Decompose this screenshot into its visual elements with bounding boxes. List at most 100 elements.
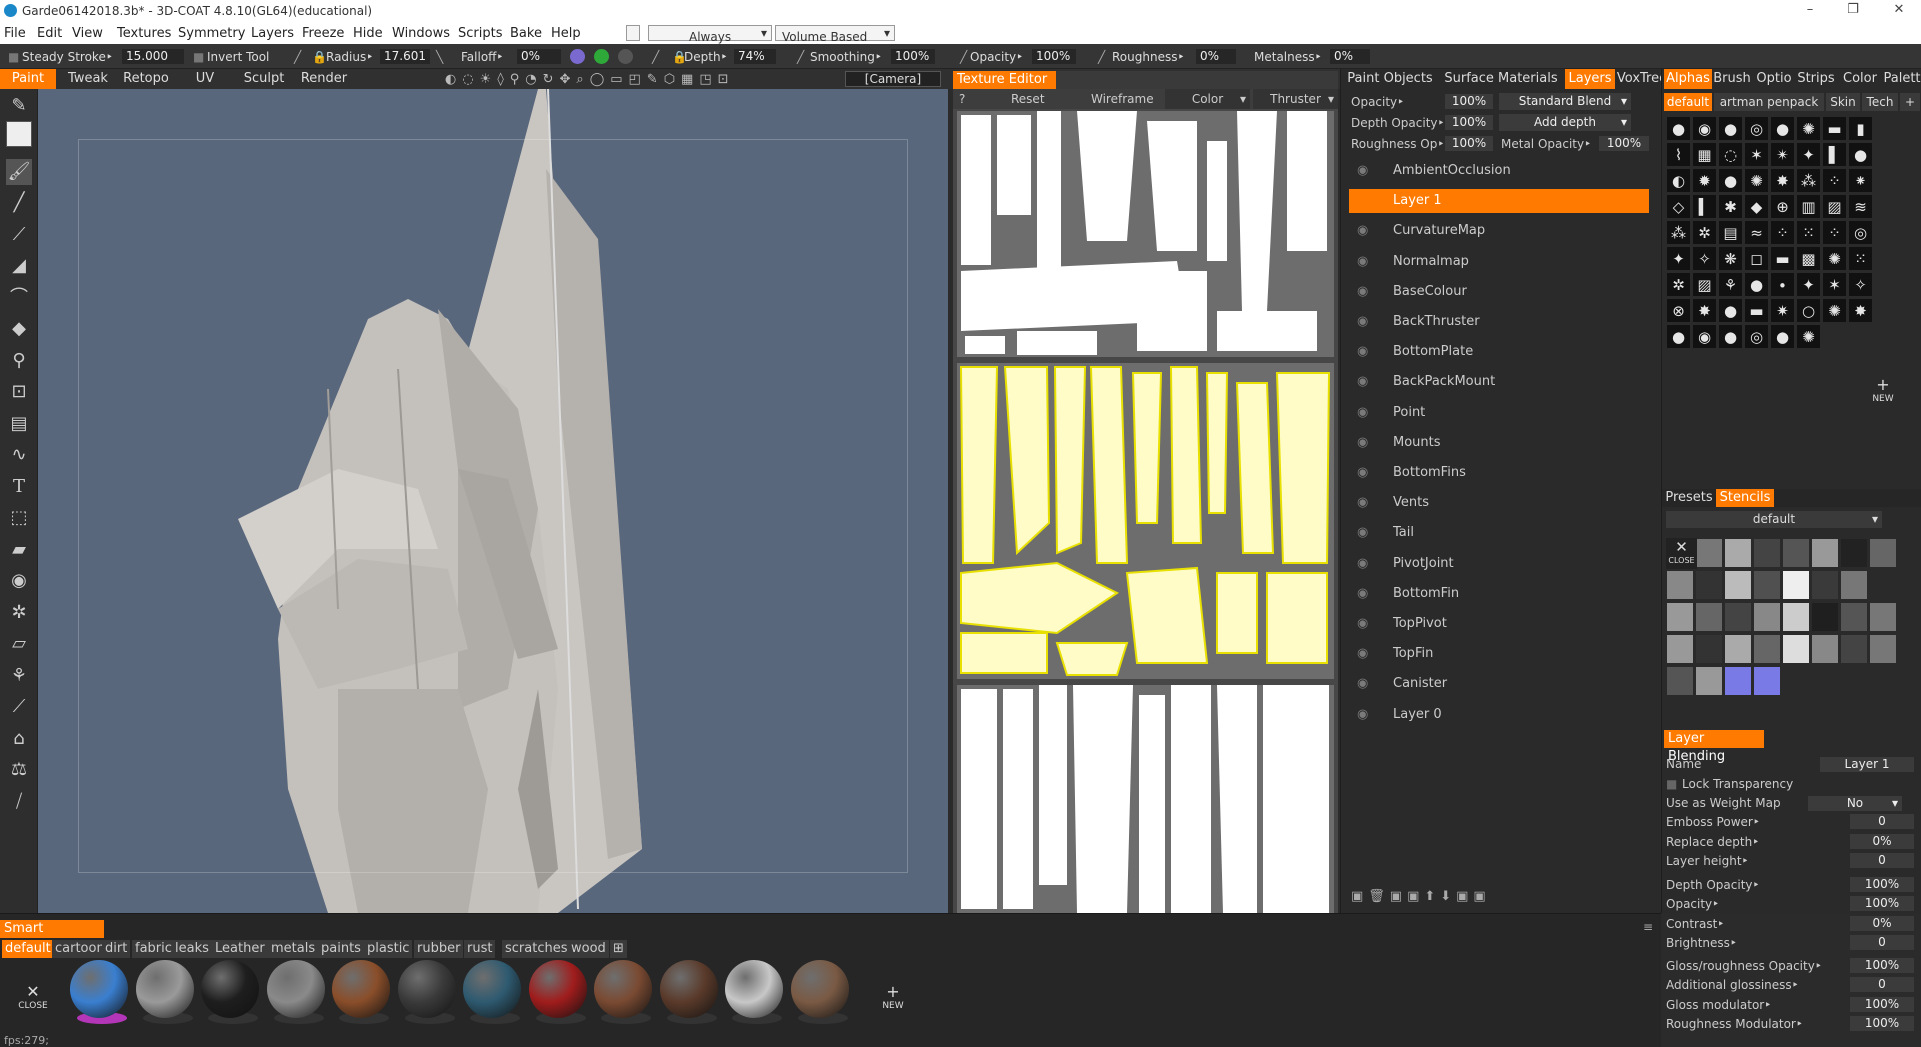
stencil-thumb[interactable]: [1869, 602, 1897, 632]
alpha-brush-icon[interactable]: ▮: [1848, 116, 1873, 141]
alpha-brush-icon[interactable]: ✦: [1666, 246, 1691, 271]
blend-param-value[interactable]: 100%: [1850, 896, 1914, 911]
alpha-set-tech[interactable]: Tech: [1862, 93, 1898, 111]
blend-param-value[interactable]: 100%: [1850, 876, 1914, 892]
alpha-set-skin[interactable]: Skin: [1826, 93, 1860, 111]
menu-symmetry[interactable]: Symmetry: [178, 26, 245, 41]
stencil-thumb[interactable]: [1782, 570, 1810, 600]
add-tab-button[interactable]: ⊞: [610, 940, 627, 958]
copy-tool-icon[interactable]: ▤: [6, 411, 32, 437]
alpha-brush-icon[interactable]: ❋: [1718, 246, 1743, 271]
maximize-button[interactable]: ❐: [1838, 2, 1868, 17]
material-tab[interactable]: wood: [568, 940, 609, 958]
layer-row[interactable]: ◉ BaseColour: [1349, 280, 1649, 304]
alpha-brush-icon[interactable]: ●: [1744, 272, 1769, 297]
alpha-brush-icon[interactable]: ⊗: [1666, 298, 1691, 323]
steady-checkbox-icon[interactable]: ■: [8, 50, 19, 64]
alpha-brush-icon[interactable]: ⚘: [1718, 272, 1743, 297]
material-tab[interactable]: leaks: [172, 940, 212, 958]
alpha-brush-icon[interactable]: ◎: [1744, 116, 1769, 141]
stencil-thumb[interactable]: [1869, 634, 1897, 664]
layer-row[interactable]: ◉ BottomFins: [1349, 461, 1649, 485]
tab-stencils[interactable]: Stencils: [1716, 489, 1774, 507]
alpha-brush-icon[interactable]: ◌: [1718, 142, 1743, 167]
stencil-thumb[interactable]: [1869, 538, 1897, 568]
comb-tool-icon[interactable]: ⧸: [6, 789, 32, 815]
roughness-opacity-value[interactable]: 100%: [1445, 136, 1493, 151]
alpha-brush-icon[interactable]: ▬: [1822, 116, 1847, 141]
stencil-thumb[interactable]: [1724, 666, 1752, 696]
material-tab[interactable]: scratches: [502, 940, 571, 958]
color-dropdown[interactable]: Color ▾: [1165, 89, 1250, 109]
smoothing-value[interactable]: 100%: [891, 49, 935, 64]
alpha-brush-icon[interactable]: ●: [1718, 324, 1743, 349]
alpha-brush-icon[interactable]: ⊕: [1770, 194, 1795, 219]
material-tab[interactable]: fabric: [132, 940, 175, 958]
alpha-brush-icon[interactable]: ●: [1770, 116, 1795, 141]
alpha-set-default[interactable]: default: [1664, 93, 1712, 111]
opacity-pen-icon[interactable]: ╱: [960, 50, 967, 64]
roughness-value[interactable]: 0%: [1196, 49, 1236, 64]
alpha-brush-icon[interactable]: ▥: [1796, 194, 1821, 219]
blend-param-value[interactable]: 100%: [1850, 1016, 1914, 1031]
layer-row[interactable]: ◉ Tail: [1349, 521, 1649, 545]
depth-pen-icon[interactable]: ╱: [652, 50, 659, 64]
alpha-brush-icon[interactable]: ●: [1718, 116, 1743, 141]
lock-transparency-checkbox[interactable]: ■: [1666, 777, 1677, 791]
bucket-tool-icon[interactable]: ◆: [6, 316, 32, 342]
alpha-brush-icon[interactable]: ●: [1666, 116, 1691, 141]
material-tab[interactable]: Leather: [212, 940, 268, 958]
material-tab[interactable]: rubber: [414, 940, 464, 958]
falloff-value[interactable]: 0%: [517, 49, 561, 64]
help-button[interactable]: ?: [959, 92, 965, 106]
alpha-brush-icon[interactable]: ▨: [1822, 194, 1847, 219]
material-tab[interactable]: rust: [464, 940, 496, 958]
tab-alphas[interactable]: Alphas: [1664, 69, 1712, 89]
menu-hide[interactable]: Hide: [353, 26, 383, 41]
alpha-brush-icon[interactable]: ✲: [1692, 220, 1717, 245]
depth-mode-dropdown[interactable]: Add depth ▾: [1499, 114, 1631, 131]
airbrush-tool-icon[interactable]: ⟋: [6, 222, 32, 248]
pen-tool-icon[interactable]: ✎: [6, 93, 32, 119]
alpha-brush-icon[interactable]: ●: [1718, 298, 1743, 323]
alpha-brush-icon[interactable]: ✹: [1692, 168, 1717, 193]
alpha-brush-icon[interactable]: ●: [1718, 168, 1743, 193]
layer-row[interactable]: ◉ CurvatureMap: [1349, 219, 1649, 243]
ruler-tool-icon[interactable]: ▱: [6, 631, 32, 657]
tab-presets[interactable]: Presets: [1664, 489, 1714, 507]
blend-name-value[interactable]: Layer 1: [1820, 757, 1914, 772]
texture-canvas[interactable]: [953, 109, 1338, 913]
alpha-brush-icon[interactable]: ▬: [1770, 246, 1795, 271]
layer-opacity-value[interactable]: 100%: [1445, 94, 1493, 109]
color-sphere-icon[interactable]: [594, 49, 609, 64]
blend-param-value[interactable]: 0: [1850, 853, 1914, 868]
alpha-brush-icon[interactable]: ✦: [1796, 272, 1821, 297]
picker-tool-icon[interactable]: ⚘: [6, 663, 32, 689]
menu-freeze[interactable]: Freeze: [302, 26, 344, 41]
eye-icon[interactable]: ◉: [1357, 401, 1368, 425]
menu-file[interactable]: File: [4, 26, 26, 41]
eye-icon[interactable]: ◉: [1357, 189, 1368, 213]
layer-row[interactable]: ◉ BackPackMount: [1349, 370, 1649, 394]
material-tab[interactable]: cartoon: [52, 940, 108, 958]
stencil-thumb[interactable]: [1666, 666, 1694, 696]
alpha-brush-icon[interactable]: ◆: [1744, 194, 1769, 219]
camera-dropdown[interactable]: [Camera]: [845, 71, 941, 87]
alpha-brush-icon[interactable]: ◻: [1744, 246, 1769, 271]
tab-palette[interactable]: Palett: [1882, 69, 1921, 89]
always-checkbox[interactable]: [626, 25, 640, 41]
reset-button[interactable]: Reset: [1011, 92, 1045, 106]
menu-help[interactable]: Help: [551, 26, 581, 41]
eye-icon[interactable]: ◉: [1357, 642, 1368, 666]
alpha-brush-icon[interactable]: ⁘: [1822, 168, 1847, 193]
menu-bake[interactable]: Bake: [510, 26, 542, 41]
stencil-thumb[interactable]: [1840, 570, 1868, 600]
eye-icon[interactable]: ◉: [1357, 370, 1368, 394]
blend-param-value[interactable]: 0%: [1850, 915, 1914, 931]
menu-view[interactable]: View: [72, 26, 103, 41]
alpha-brush-icon[interactable]: ∙: [1770, 272, 1795, 297]
menu-layers[interactable]: Layers: [251, 26, 294, 41]
eye-icon[interactable]: ◉: [1357, 491, 1368, 515]
close-window-button[interactable]: ✕: [1884, 2, 1914, 17]
stencil-thumb[interactable]: [1724, 634, 1752, 664]
